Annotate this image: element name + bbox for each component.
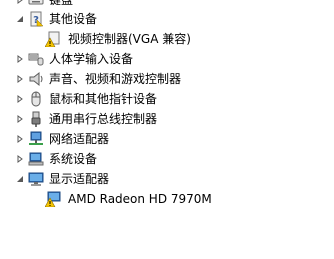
tree-item-label: 人体学输入设备	[49, 52, 134, 66]
warning-device-icon	[45, 31, 60, 47]
expand-arrow-icon[interactable]	[16, 115, 24, 123]
warning-display-icon	[45, 191, 61, 207]
expand-arrow-icon[interactable]	[16, 75, 24, 83]
usb-icon	[31, 111, 41, 127]
tree-item-label: AMD Radeon HD 7970M	[68, 192, 212, 206]
expand-arrow-icon[interactable]	[16, 0, 24, 4]
tree-item-label: 系统设备	[49, 152, 98, 166]
tree-item-label: 通用串行总线控制器	[49, 112, 158, 126]
display-adapter-icon	[28, 172, 44, 186]
tree-item-label: 键盘	[49, 0, 74, 7]
tree-item-label: 显示适配器	[49, 172, 110, 186]
network-icon	[29, 131, 43, 145]
device-tree: 键盘 ? 其他设备 视频控制器(VGA 兼容) 人体学输入设备 声音、视频和游戏…	[0, 0, 334, 259]
expand-arrow-icon[interactable]	[16, 155, 24, 163]
expand-arrow-icon[interactable]	[16, 95, 24, 103]
collapse-arrow-icon[interactable]	[16, 15, 24, 23]
tree-item-label: 声音、视频和游戏控制器	[49, 72, 182, 86]
hid-icon	[28, 53, 44, 66]
unknown-device-icon: ?	[30, 11, 44, 27]
keyboard-icon	[28, 0, 44, 5]
mouse-icon	[31, 91, 41, 107]
collapse-arrow-icon[interactable]	[16, 175, 24, 183]
system-device-icon	[28, 152, 44, 166]
tree-item-label: 视频控制器(VGA 兼容)	[68, 32, 191, 46]
tree-item-label: 其他设备	[49, 12, 98, 26]
expand-arrow-icon[interactable]	[16, 135, 24, 143]
speaker-icon	[29, 71, 43, 87]
tree-item-label: 网络适配器	[49, 132, 110, 146]
expand-arrow-icon[interactable]	[16, 55, 24, 63]
tree-item-label: 鼠标和其他指针设备	[49, 92, 158, 106]
